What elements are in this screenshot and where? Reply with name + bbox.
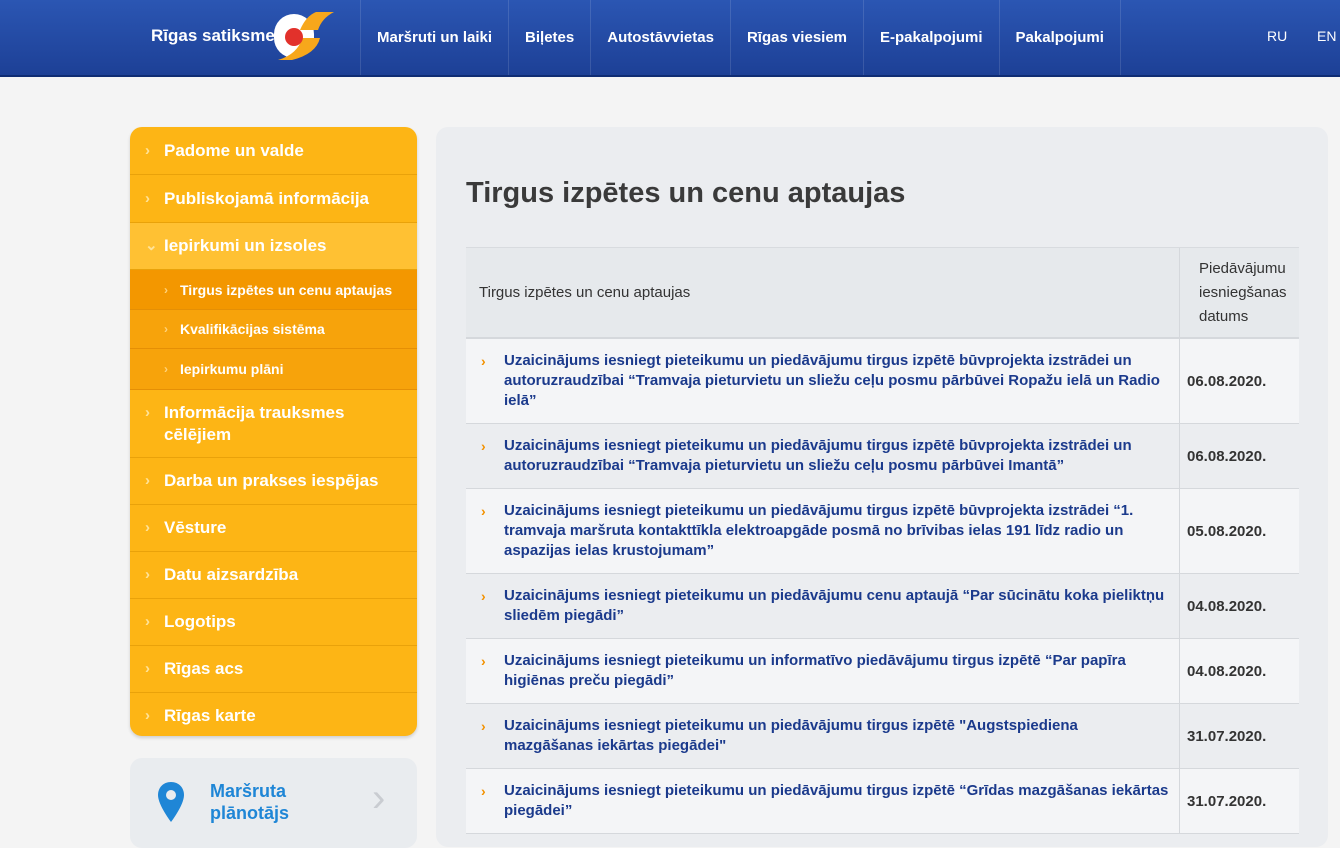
sidebar-item-label: Rīgas karte bbox=[164, 706, 256, 725]
sidebar-subitem-label: Iepirkumu plāni bbox=[180, 361, 284, 377]
row-date: 05.08.2020. bbox=[1187, 522, 1267, 540]
lang-ru-link[interactable]: RU bbox=[1267, 28, 1287, 44]
row-date: 04.08.2020. bbox=[1187, 597, 1267, 615]
sidebar-item-procurement[interactable]: ⌄ Iepirkumi un izsoles bbox=[130, 223, 417, 270]
site-header: Rīgas satiksme Maršruti un laiki Biļetes… bbox=[0, 0, 1340, 77]
table-row[interactable]: › Uzaicinājums iesniegt pieteikumu un pie… bbox=[466, 339, 1299, 424]
column-header-title: Tirgus izpētes un cenu aptaujas bbox=[466, 248, 1180, 337]
sidebar-item-rigas-acs[interactable]: › Rīgas acs bbox=[130, 646, 417, 693]
nav-tickets[interactable]: Biļetes bbox=[508, 0, 590, 75]
route-planner-widget[interactable]: Maršruta plānotājs › bbox=[130, 758, 417, 848]
page-title: Tirgus izpētes un cenu aptaujas bbox=[466, 177, 906, 209]
chevron-right-icon: › bbox=[145, 707, 150, 724]
table-body: › Uzaicinājums iesniegt pieteikumu un pie… bbox=[466, 339, 1299, 834]
chevron-right-icon: › bbox=[145, 519, 150, 536]
sidebar-subitem-label: Kvalifikācijas sistēma bbox=[180, 321, 325, 337]
nav-services[interactable]: Pakalpojumi bbox=[998, 0, 1121, 75]
table-row[interactable]: › Uzaicinājums iesniegt pieteikumu un pie… bbox=[466, 704, 1299, 769]
chevron-right-icon: › bbox=[145, 472, 150, 489]
main-nav: Maršruti un laiki Biļetes Autostāvvietas… bbox=[360, 0, 1121, 75]
sidebar-item-whistleblowers[interactable]: › Informācija trauksmes cēlējiem bbox=[130, 390, 417, 458]
sidebar-item-label: Iepirkumi un izsoles bbox=[164, 236, 327, 255]
sidebar-item-board[interactable]: › Padome un valde bbox=[130, 127, 417, 175]
row-link[interactable]: Uzaicinājums iesniegt pieteikumu un info… bbox=[504, 652, 1126, 689]
map-pin-icon bbox=[158, 782, 184, 822]
chevron-right-icon: › bbox=[145, 189, 150, 207]
column-header-date: Piedāvājumu iesniegšanas datums bbox=[1199, 259, 1287, 325]
rigas-satiksme-logo-icon[interactable] bbox=[272, 8, 338, 64]
sidebar-subitem-qualification[interactable]: › Kvalifikācijas sistēma bbox=[130, 310, 417, 349]
chevron-right-icon: › bbox=[164, 322, 168, 336]
table-row[interactable]: › Uzaicinājums iesniegt pieteikumu un inf… bbox=[466, 639, 1299, 704]
row-link[interactable]: Uzaicinājums iesniegt pieteikumu un pied… bbox=[504, 587, 1164, 624]
sidebar-item-logo[interactable]: › Logotips bbox=[130, 599, 417, 646]
sidebar-item-public-info[interactable]: › Publiskojamā informācija bbox=[130, 175, 417, 223]
chevron-right-icon: › bbox=[481, 438, 486, 454]
brand-name[interactable]: Rīgas satiksme bbox=[151, 26, 275, 46]
sidebar-item-label: Datu aizsardzība bbox=[164, 565, 299, 584]
chevron-right-icon: › bbox=[481, 783, 486, 799]
sidebar-item-label: Publiskojamā informācija bbox=[164, 188, 370, 208]
table-row[interactable]: › Uzaicinājums iesniegt pieteikumu un pie… bbox=[466, 769, 1299, 834]
chevron-right-icon: › bbox=[481, 353, 486, 369]
sidebar-item-label: Informācija trauksmes cēlējiem bbox=[164, 402, 345, 444]
nav-routes[interactable]: Maršruti un laiki bbox=[360, 0, 508, 75]
row-date: 04.08.2020. bbox=[1187, 662, 1267, 680]
row-link[interactable]: Uzaicinājums iesniegt pieteikumu un pied… bbox=[504, 437, 1132, 474]
chevron-right-icon: › bbox=[145, 404, 150, 421]
row-date: 31.07.2020. bbox=[1187, 792, 1267, 810]
nav-e-services[interactable]: E-pakalpojumi bbox=[863, 0, 999, 75]
row-link[interactable]: Uzaicinājums iesniegt pieteikumu un pied… bbox=[504, 352, 1160, 409]
chevron-down-icon: ⌄ bbox=[145, 237, 158, 254]
sidebar-subitem-label: Tirgus izpētes un cenu aptaujas bbox=[180, 281, 393, 298]
row-date: 06.08.2020. bbox=[1187, 372, 1267, 390]
sidebar-subitem-market-research[interactable]: › Tirgus izpētes un cenu aptaujas bbox=[130, 270, 417, 310]
chevron-right-icon: › bbox=[164, 282, 168, 297]
nav-parking[interactable]: Autostāvvietas bbox=[590, 0, 730, 75]
route-planner-label: Maršruta plānotājs bbox=[210, 781, 290, 823]
chevron-right-icon: › bbox=[164, 362, 168, 376]
surveys-table: Tirgus izpētes un cenu aptaujas Piedāvāj… bbox=[466, 247, 1299, 834]
sidebar-item-label: Padome un valde bbox=[164, 140, 304, 160]
chevron-right-icon: › bbox=[481, 588, 486, 604]
sidebar-item-data-protection[interactable]: › Datu aizsardzība bbox=[130, 552, 417, 599]
chevron-right-icon: › bbox=[372, 776, 386, 820]
chevron-right-icon: › bbox=[481, 718, 486, 734]
sidebar-item-label: Darba un prakses iespējas bbox=[164, 471, 379, 490]
row-link[interactable]: Uzaicinājums iesniegt pieteikumu un pied… bbox=[504, 502, 1133, 559]
nav-visitors[interactable]: Rīgas viesiem bbox=[729, 0, 863, 75]
table-row[interactable]: › Uzaicinājums iesniegt pieteikumu un pie… bbox=[466, 574, 1299, 639]
sidebar-item-rigas-karte[interactable]: › Rīgas karte bbox=[130, 693, 417, 736]
sidebar-subitem-plans[interactable]: › Iepirkumu plāni bbox=[130, 349, 417, 390]
sidebar-item-label: Rīgas acs bbox=[164, 659, 244, 678]
chevron-right-icon: › bbox=[145, 141, 150, 159]
sidebar-item-careers[interactable]: › Darba un prakses iespējas bbox=[130, 458, 417, 505]
sidebar-menu: › Padome un valde › Publiskojamā informāci… bbox=[130, 127, 417, 736]
row-date: 31.07.2020. bbox=[1187, 727, 1267, 745]
row-date: 06.08.2020. bbox=[1187, 447, 1267, 465]
main-content: Tirgus izpētes un cenu aptaujas Tirgus i… bbox=[436, 127, 1328, 847]
chevron-right-icon: › bbox=[145, 566, 150, 583]
lang-en-link[interactable]: EN bbox=[1317, 28, 1336, 44]
sidebar-item-label: Logotips bbox=[164, 612, 236, 631]
row-link[interactable]: Uzaicinājums iesniegt pieteikumu un pied… bbox=[504, 782, 1168, 819]
table-header: Tirgus izpētes un cenu aptaujas Piedāvāj… bbox=[466, 247, 1299, 339]
chevron-right-icon: › bbox=[481, 503, 486, 519]
sidebar-item-history[interactable]: › Vēsture bbox=[130, 505, 417, 552]
row-link[interactable]: Uzaicinājums iesniegt pieteikumu un pied… bbox=[504, 717, 1078, 754]
chevron-right-icon: › bbox=[145, 660, 150, 677]
chevron-right-icon: › bbox=[145, 613, 150, 630]
table-row[interactable]: › Uzaicinājums iesniegt pieteikumu un pie… bbox=[466, 424, 1299, 489]
chevron-right-icon: › bbox=[481, 653, 486, 669]
sidebar-item-label: Vēsture bbox=[164, 518, 227, 537]
table-row[interactable]: › Uzaicinājums iesniegt pieteikumu un pie… bbox=[466, 489, 1299, 574]
